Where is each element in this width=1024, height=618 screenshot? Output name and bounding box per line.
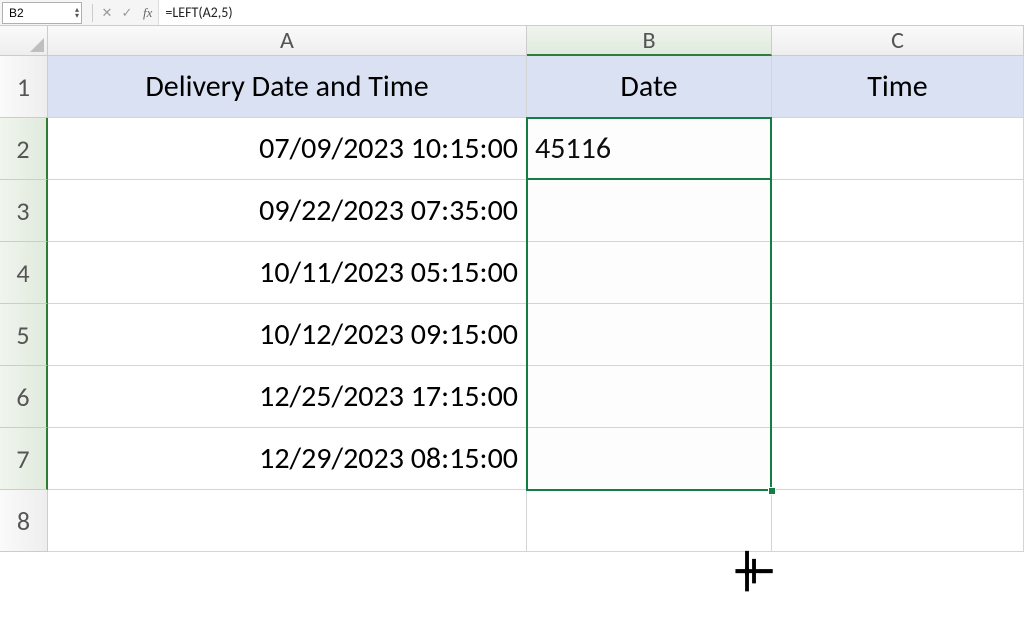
row-header-1[interactable]: 1: [0, 56, 48, 118]
name-box-value: B2: [9, 6, 24, 20]
cancel-formula-icon[interactable]: ✕: [97, 3, 117, 23]
cell-B8[interactable]: [527, 490, 772, 552]
cell-C8[interactable]: [772, 490, 1024, 552]
table-row: 4 10/11/2023 05:15:00: [0, 242, 1024, 304]
name-box-stepper-icon[interactable]: ▴▾: [75, 7, 79, 19]
fx-icon[interactable]: fx: [137, 5, 158, 21]
cell-C7[interactable]: [772, 428, 1024, 490]
column-header-B[interactable]: B: [527, 26, 772, 56]
table-row: 8: [0, 490, 1024, 552]
formula-input[interactable]: =LEFT(A2,5): [158, 0, 1024, 25]
table-row: 2 07/09/2023 10:15:00 45116: [0, 118, 1024, 180]
row-header-2[interactable]: 2: [0, 118, 48, 180]
cell-C3[interactable]: [772, 180, 1024, 242]
spreadsheet-grid: A B C 1 Delivery Date and Time Date Time…: [0, 26, 1024, 552]
cell-B1[interactable]: Date: [527, 56, 772, 118]
row-header-5[interactable]: 5: [0, 304, 48, 366]
cell-B5[interactable]: [527, 304, 772, 366]
cell-A8[interactable]: [48, 490, 527, 552]
cell-A2[interactable]: 07/09/2023 10:15:00: [48, 118, 527, 180]
divider: [92, 4, 93, 22]
table-row: 6 12/25/2023 17:15:00: [0, 366, 1024, 428]
cell-B7[interactable]: [527, 428, 772, 490]
formula-bar: B2 ▴▾ ✕ ✓ fx =LEFT(A2,5): [0, 0, 1024, 26]
row-header-4[interactable]: 4: [0, 242, 48, 304]
fill-drag-cursor-icon: ┃ ━╋━ ┃: [736, 560, 756, 584]
cell-A4[interactable]: 10/11/2023 05:15:00: [48, 242, 527, 304]
cell-C4[interactable]: [772, 242, 1024, 304]
formula-text: =LEFT(A2,5): [165, 4, 232, 21]
cell-B2[interactable]: 45116: [527, 118, 772, 180]
row-header-8[interactable]: 8: [0, 490, 48, 552]
table-row: 5 10/12/2023 09:15:00: [0, 304, 1024, 366]
accept-formula-icon[interactable]: ✓: [117, 3, 137, 23]
cell-B3[interactable]: [527, 180, 772, 242]
column-header-A[interactable]: A: [48, 26, 527, 56]
cell-A7[interactable]: 12/29/2023 08:15:00: [48, 428, 527, 490]
cell-A3[interactable]: 09/22/2023 07:35:00: [48, 180, 527, 242]
column-header-C[interactable]: C: [772, 26, 1024, 56]
row-header-6[interactable]: 6: [0, 366, 48, 428]
cell-B4[interactable]: [527, 242, 772, 304]
select-all-corner[interactable]: [0, 26, 48, 56]
cell-C5[interactable]: [772, 304, 1024, 366]
table-row: 7 12/29/2023 08:15:00: [0, 428, 1024, 490]
table-row: 1 Delivery Date and Time Date Time: [0, 56, 1024, 118]
cell-A5[interactable]: 10/12/2023 09:15:00: [48, 304, 527, 366]
table-row: 3 09/22/2023 07:35:00: [0, 180, 1024, 242]
cell-C1[interactable]: Time: [772, 56, 1024, 118]
name-box[interactable]: B2 ▴▾: [2, 2, 82, 24]
cell-C6[interactable]: [772, 366, 1024, 428]
row-header-3[interactable]: 3: [0, 180, 48, 242]
cell-A6[interactable]: 12/25/2023 17:15:00: [48, 366, 527, 428]
cell-C2[interactable]: [772, 118, 1024, 180]
cell-A1[interactable]: Delivery Date and Time: [48, 56, 527, 118]
cell-B6[interactable]: [527, 366, 772, 428]
column-header-row: A B C: [0, 26, 1024, 56]
row-header-7[interactable]: 7: [0, 428, 48, 490]
fill-handle[interactable]: [768, 487, 776, 495]
